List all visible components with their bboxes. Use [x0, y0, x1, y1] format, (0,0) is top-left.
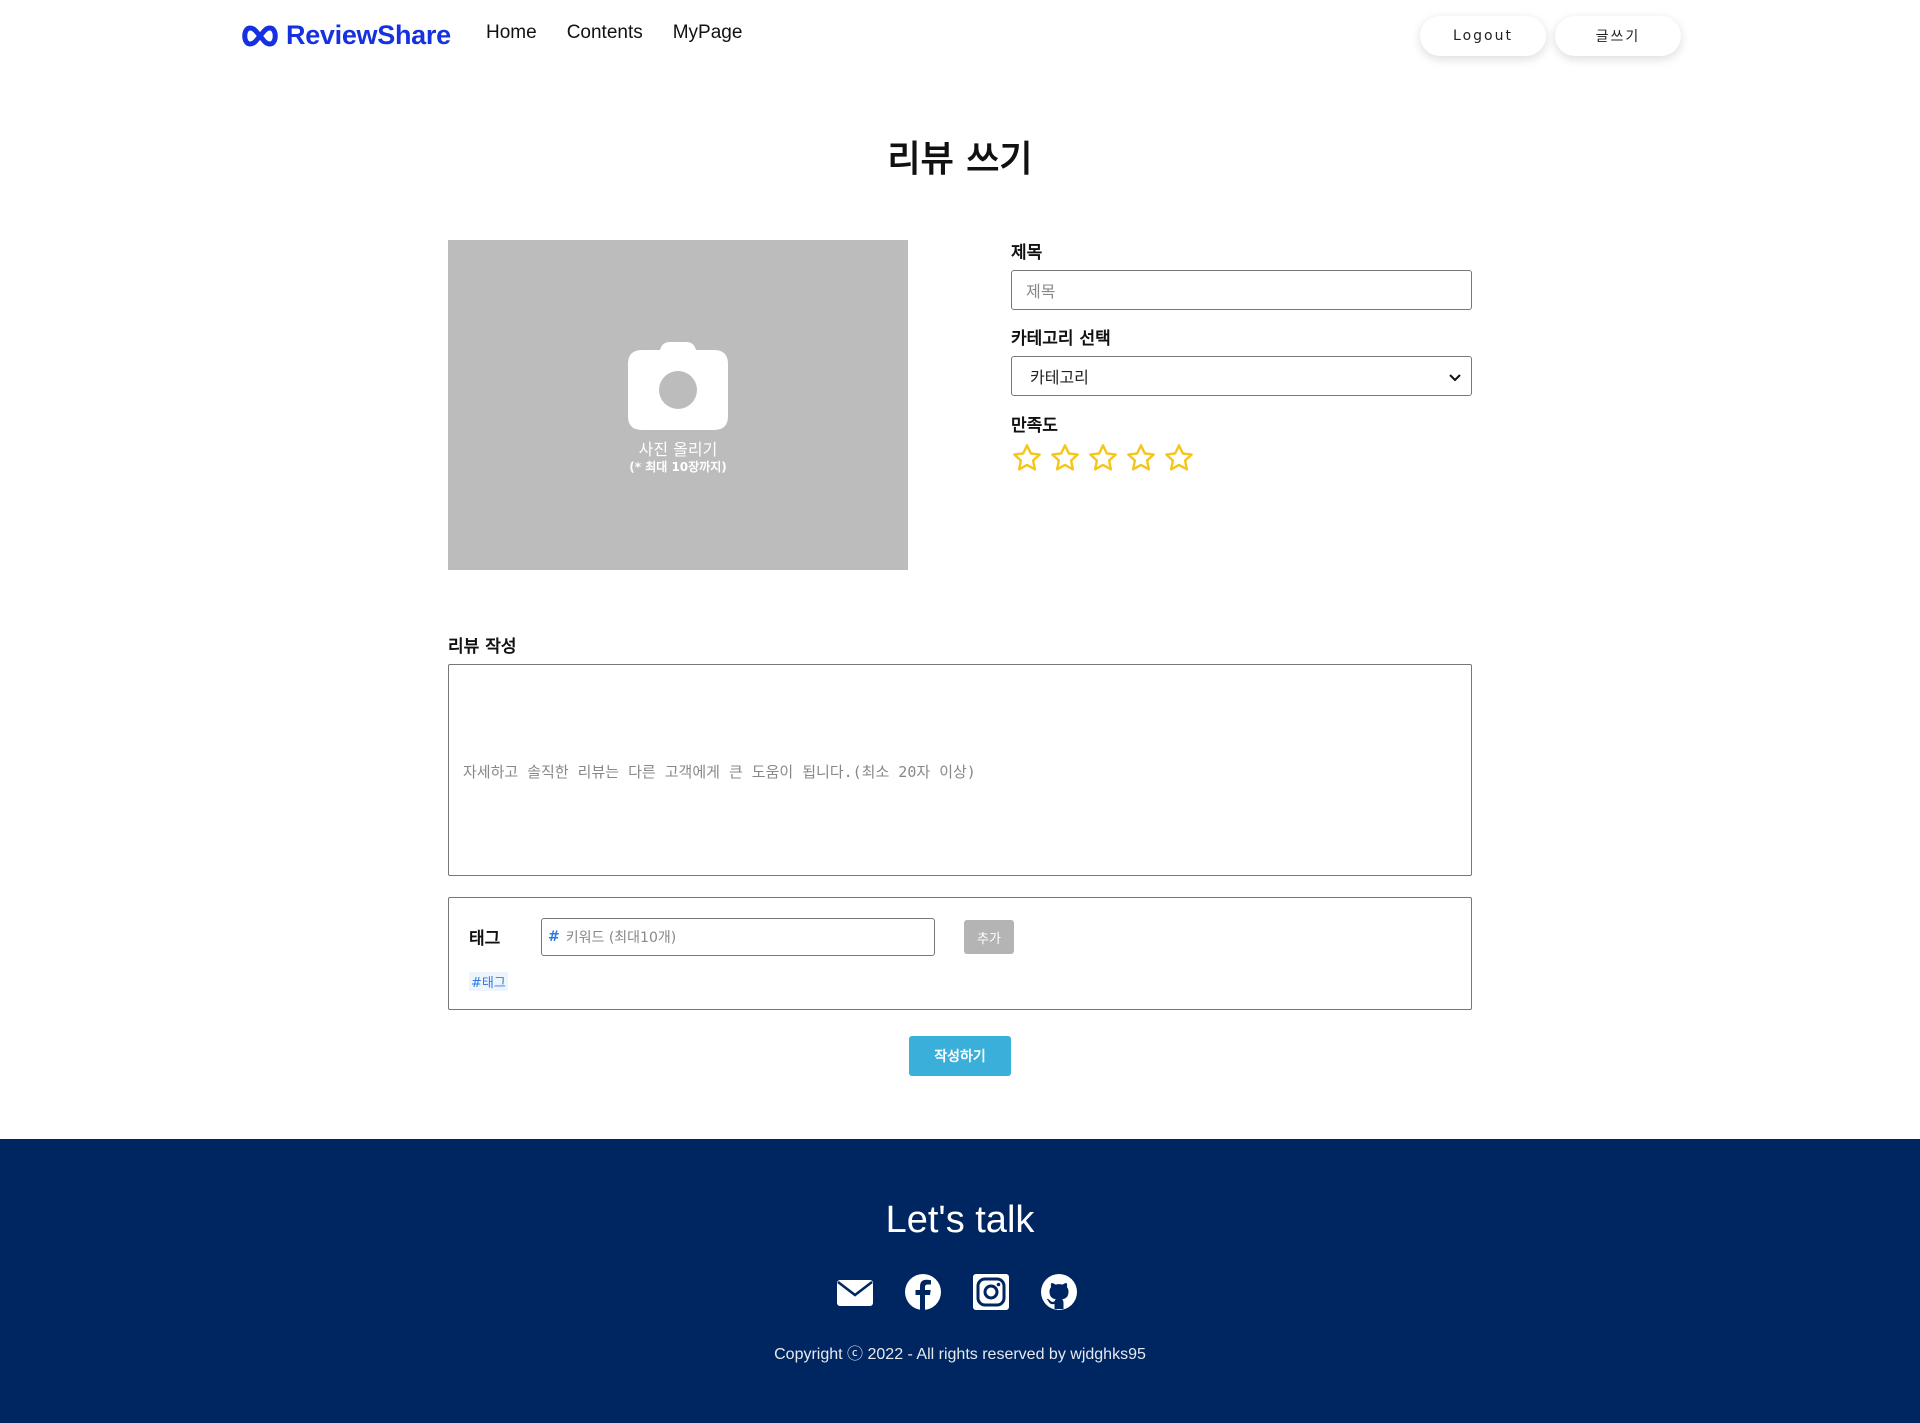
write-post-button[interactable]: 글쓰기 — [1555, 16, 1681, 56]
review-label: 리뷰 작성 — [448, 637, 517, 657]
review-placeholder: 자세하고 솔직한 리뷰는 다른 고객에게 큰 도움이 됩니다.(최소 20자 이… — [463, 763, 976, 781]
rating-label: 만족도 — [1011, 416, 1058, 436]
category-label: 카테고리 선택 — [1011, 329, 1111, 349]
instagram-icon[interactable] — [972, 1273, 1010, 1311]
review-textarea[interactable]: 자세하고 솔직한 리뷰는 다른 고객에게 큰 도움이 됩니다.(최소 20자 이… — [448, 664, 1472, 876]
submit-button[interactable]: 작성하기 — [909, 1036, 1011, 1076]
footer-title: Let's talk — [885, 1199, 1035, 1241]
camera-icon — [628, 340, 728, 434]
category-select[interactable]: 카테고리 — [1011, 356, 1472, 396]
title-label: 제목 — [1011, 243, 1043, 263]
star-icon[interactable] — [1087, 442, 1119, 478]
logo-text: ReviewShare — [286, 20, 451, 50]
tag-chip[interactable]: #태그 — [469, 972, 508, 991]
copyright-text: Copyright ⓒ 2022 - All rights reserved b… — [774, 1346, 1146, 1363]
star-icon[interactable] — [1011, 442, 1043, 478]
infinity-logo-icon — [240, 24, 280, 48]
tag-label: 태그 — [469, 929, 501, 949]
facebook-icon[interactable] — [904, 1273, 942, 1311]
rating-stars — [1011, 442, 1195, 478]
star-icon[interactable] — [1125, 442, 1157, 478]
nav-home[interactable]: Home — [486, 22, 537, 44]
mail-icon[interactable] — [836, 1273, 874, 1311]
category-selected-value: 카테고리 — [1030, 368, 1089, 387]
tag-input-placeholder: 키워드 (최대10개) — [565, 930, 677, 946]
photo-upload-label: 사진 올리기 — [638, 440, 718, 459]
main-nav: Home Contents MyPage — [486, 22, 742, 44]
logo[interactable]: ReviewShare — [240, 20, 451, 51]
top-navbar: ReviewShare Home Contents MyPage Logout … — [0, 0, 1920, 72]
chevron-down-icon — [1449, 367, 1461, 386]
title-input[interactable]: 제목 — [1011, 270, 1472, 310]
star-icon[interactable] — [1049, 442, 1081, 478]
github-icon[interactable] — [1040, 1273, 1078, 1311]
nav-contents[interactable]: Contents — [567, 22, 643, 44]
star-icon[interactable] — [1163, 442, 1195, 478]
page-title: 리뷰 쓰기 — [887, 139, 1033, 180]
tag-keyword-input[interactable]: # 키워드 (최대10개) — [541, 918, 935, 956]
logout-button[interactable]: Logout — [1420, 16, 1546, 56]
nav-mypage[interactable]: MyPage — [673, 22, 743, 44]
photo-upload-limit: (* 최대 10장까지) — [629, 460, 727, 474]
footer: Let's talk Copyright ⓒ 2022 - All rights… — [0, 1139, 1920, 1423]
add-tag-button[interactable]: 추가 — [964, 920, 1014, 954]
social-links — [836, 1273, 1078, 1311]
photo-upload-area[interactable]: 사진 올리기 (* 최대 10장까지) — [448, 240, 908, 570]
tag-section: 태그 # 키워드 (최대10개) 추가 #태그 — [448, 897, 1472, 1010]
title-placeholder: 제목 — [1026, 282, 1056, 301]
hash-icon: # — [548, 929, 560, 945]
